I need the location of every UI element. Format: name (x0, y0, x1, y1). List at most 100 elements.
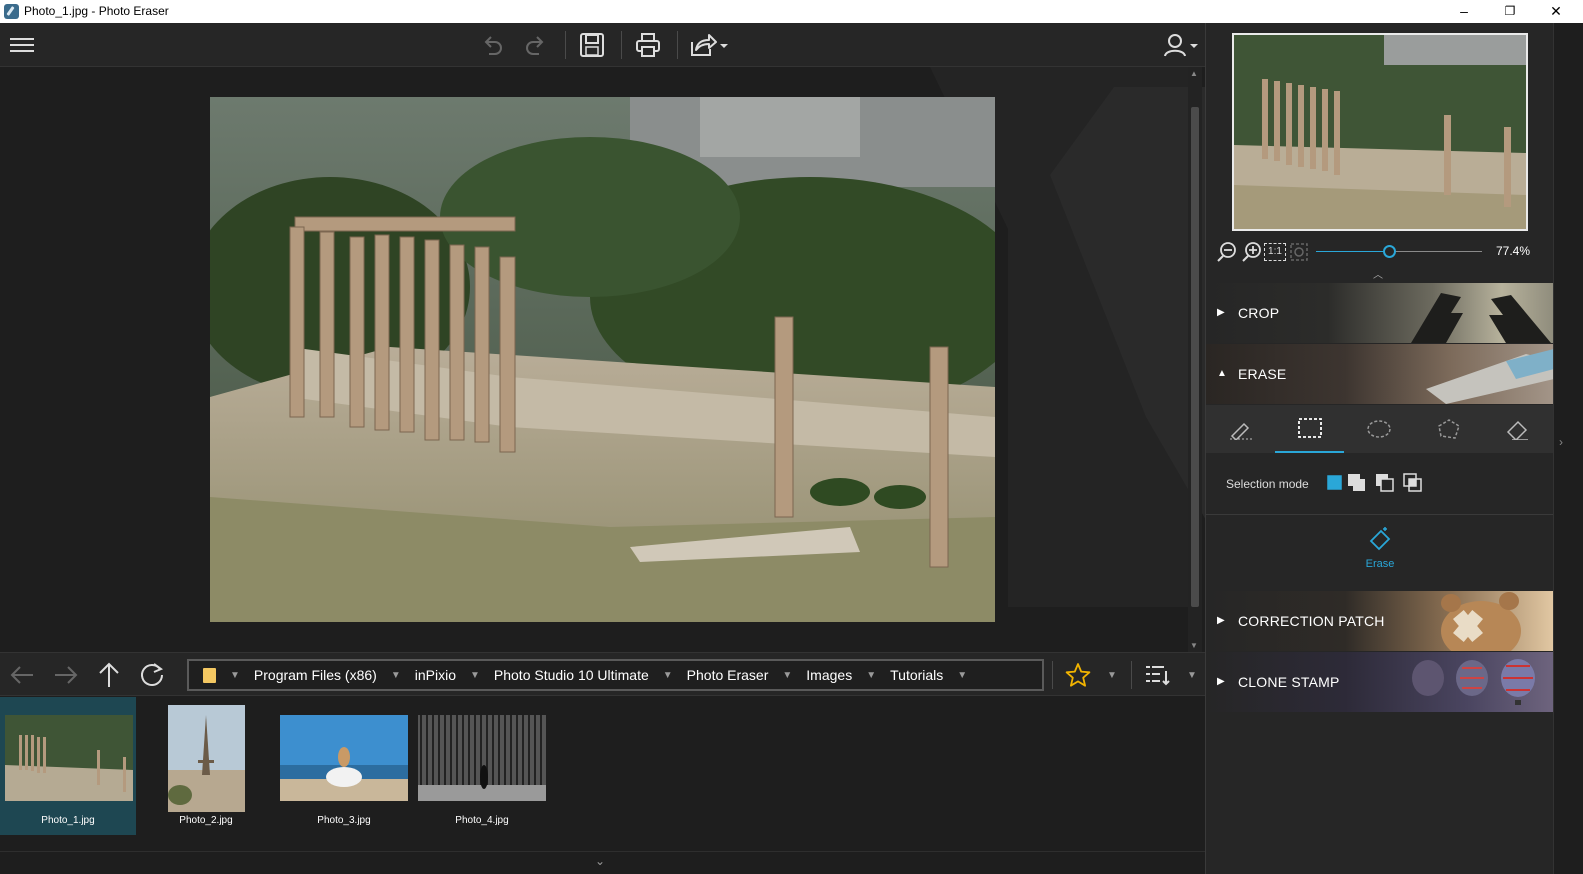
redo-icon (526, 36, 544, 55)
expand-triangle-icon: ▶ (1217, 615, 1225, 626)
chevron-down-icon[interactable]: ▼ (663, 670, 673, 681)
thumbnail-image (5, 715, 133, 801)
close-button[interactable]: ✕ (1533, 0, 1579, 23)
thumbnail-filename: Photo_3.jpg (317, 815, 371, 826)
chevron-down-icon[interactable]: ▼ (957, 670, 967, 681)
erase-tools-row (1206, 405, 1554, 453)
clone-stamp-section-label: CLONE STAMP (1238, 674, 1340, 690)
arrow-up-icon (99, 662, 119, 687)
print-icon (636, 33, 660, 57)
thumbnail-item[interactable]: Photo_4.jpg (414, 697, 550, 835)
selection-intersect-button[interactable] (1402, 472, 1424, 494)
thumbnail-item[interactable]: Photo_3.jpg (276, 697, 412, 835)
breadcrumb-root-dropdown[interactable]: ▼ (216, 670, 254, 681)
redo-button[interactable] (520, 23, 552, 67)
selection-subtract-button[interactable] (1374, 472, 1396, 494)
chevron-down-icon[interactable]: ▼ (782, 670, 792, 681)
top-toolbar (0, 23, 1205, 67)
chevron-down-icon[interactable]: ▼ (391, 670, 401, 681)
zoom-out-icon[interactable] (1216, 241, 1238, 263)
scrollbar-thumb[interactable] (1191, 107, 1199, 607)
share-button[interactable] (688, 23, 730, 67)
polygon-lasso-tool[interactable] (1413, 405, 1482, 453)
refresh-button[interactable] (136, 653, 168, 697)
breadcrumb-item[interactable]: Tutorials ▼ (890, 667, 981, 683)
main-photo[interactable] (210, 97, 995, 622)
sort-button[interactable] (1142, 653, 1174, 697)
menu-button[interactable] (6, 23, 38, 67)
print-button[interactable] (632, 23, 664, 67)
image-canvas[interactable] (0, 67, 1205, 652)
zoom-slider-handle[interactable] (1383, 245, 1397, 258)
toolbar-divider (621, 31, 622, 59)
file-navigation-bar: ▼ Program Files (x86) ▼ inPixio ▼ Photo St… (0, 652, 1205, 696)
scroll-up-icon[interactable]: ▲ (1190, 69, 1198, 78)
panel-collapse-strip[interactable]: › (1553, 23, 1583, 874)
chevron-down-icon[interactable]: ⌄ (595, 854, 605, 868)
nav-divider (1052, 661, 1053, 689)
zoom-in-icon[interactable] (1241, 241, 1263, 263)
clone-stamp-section-header[interactable]: ▶ CLONE STAMP (1206, 652, 1554, 712)
correction-patch-section-header[interactable]: ▶ CORRECTION PATCH (1206, 591, 1554, 651)
maximize-button[interactable]: ❐ (1487, 0, 1533, 23)
sort-dropdown-chevron-icon[interactable]: ▼ (1182, 653, 1202, 697)
actual-size-button[interactable]: 1:1 (1264, 243, 1286, 261)
breadcrumb-item[interactable]: Program Files (x86) ▼ (254, 667, 415, 683)
teddy-bear-illustration (1441, 592, 1521, 651)
erase-button-label: Erase (1365, 558, 1395, 570)
crop-section-header[interactable]: ▶ CROP (1206, 283, 1554, 343)
navigator-preview[interactable] (1232, 33, 1528, 231)
chevron-down-icon[interactable]: ▼ (866, 670, 876, 681)
breadcrumb-item[interactable]: Photo Eraser ▼ (687, 667, 807, 683)
thumbnail-item[interactable]: Photo_2.jpg (138, 697, 274, 835)
breadcrumb-item[interactable]: Images ▼ (806, 667, 890, 683)
thumbnail-filename: Photo_1.jpg (41, 815, 95, 826)
user-account-button[interactable] (1162, 23, 1200, 67)
up-folder-button[interactable] (94, 653, 124, 697)
erase-button[interactable]: Erase (1356, 525, 1404, 575)
selection-new-button[interactable] (1324, 472, 1346, 494)
eraser-tool[interactable] (1482, 405, 1551, 453)
chevron-right-icon[interactable]: › (1559, 435, 1563, 449)
thumbnail-item[interactable]: Photo_1.jpg (0, 697, 136, 835)
chevron-down-icon[interactable]: ▼ (230, 670, 240, 681)
collapse-preview-chevron-icon[interactable]: ︿ (1373, 266, 1383, 281)
breadcrumb-item[interactable]: Photo Studio 10 Ultimate ▼ (494, 667, 687, 683)
add-selection-icon (1348, 474, 1365, 491)
canvas-vertical-scrollbar[interactable]: ▲ ▼ (1188, 67, 1202, 652)
arrow-right-icon (55, 666, 78, 684)
refresh-icon (141, 663, 164, 686)
intersect-selection-icon (1403, 473, 1422, 492)
breadcrumb-item[interactable]: inPixio ▼ (415, 667, 494, 683)
sort-list-icon (1146, 666, 1170, 686)
minimize-button[interactable]: – (1441, 0, 1487, 23)
hot-air-balloons-illustration (1412, 659, 1535, 705)
undo-button[interactable] (476, 23, 508, 67)
favorites-dropdown-chevron-icon[interactable]: ▼ (1102, 653, 1122, 697)
lasso-select-tool[interactable] (1344, 405, 1413, 453)
selection-add-button[interactable] (1346, 472, 1368, 494)
filmstrip-toggle-bar[interactable]: ⌄ (0, 851, 1205, 874)
brush-tool[interactable] (1206, 405, 1275, 453)
nav-divider (1131, 661, 1132, 689)
zoom-slider-fill (1316, 251, 1390, 252)
chevron-down-icon[interactable]: ▼ (470, 670, 480, 681)
toolbar-divider (677, 31, 678, 59)
crop-hands-illustration (1411, 293, 1551, 343)
fit-to-screen-icon[interactable] (1288, 241, 1310, 263)
thumbnail-image (280, 715, 408, 801)
thumbnail-image (418, 715, 546, 801)
erase-section-header[interactable]: ▲ ERASE (1206, 344, 1554, 404)
undo-icon (484, 36, 502, 55)
title-bar: Photo_1.jpg - Photo Eraser – ❐ ✕ (0, 0, 1583, 23)
save-button[interactable] (576, 23, 608, 67)
lasso-icon (1366, 420, 1391, 438)
scroll-down-icon[interactable]: ▼ (1190, 641, 1198, 650)
favorites-button[interactable] (1063, 653, 1093, 697)
forward-button[interactable] (50, 653, 82, 697)
folder-icon[interactable] (203, 667, 216, 683)
collapse-triangle-icon: ▲ (1217, 368, 1227, 379)
rectangle-select-tool[interactable] (1275, 405, 1344, 453)
back-button[interactable] (6, 653, 38, 697)
filmstrip: Photo_1.jpg Photo_2.jpg Photo_3.jpg Phot… (0, 697, 1205, 851)
